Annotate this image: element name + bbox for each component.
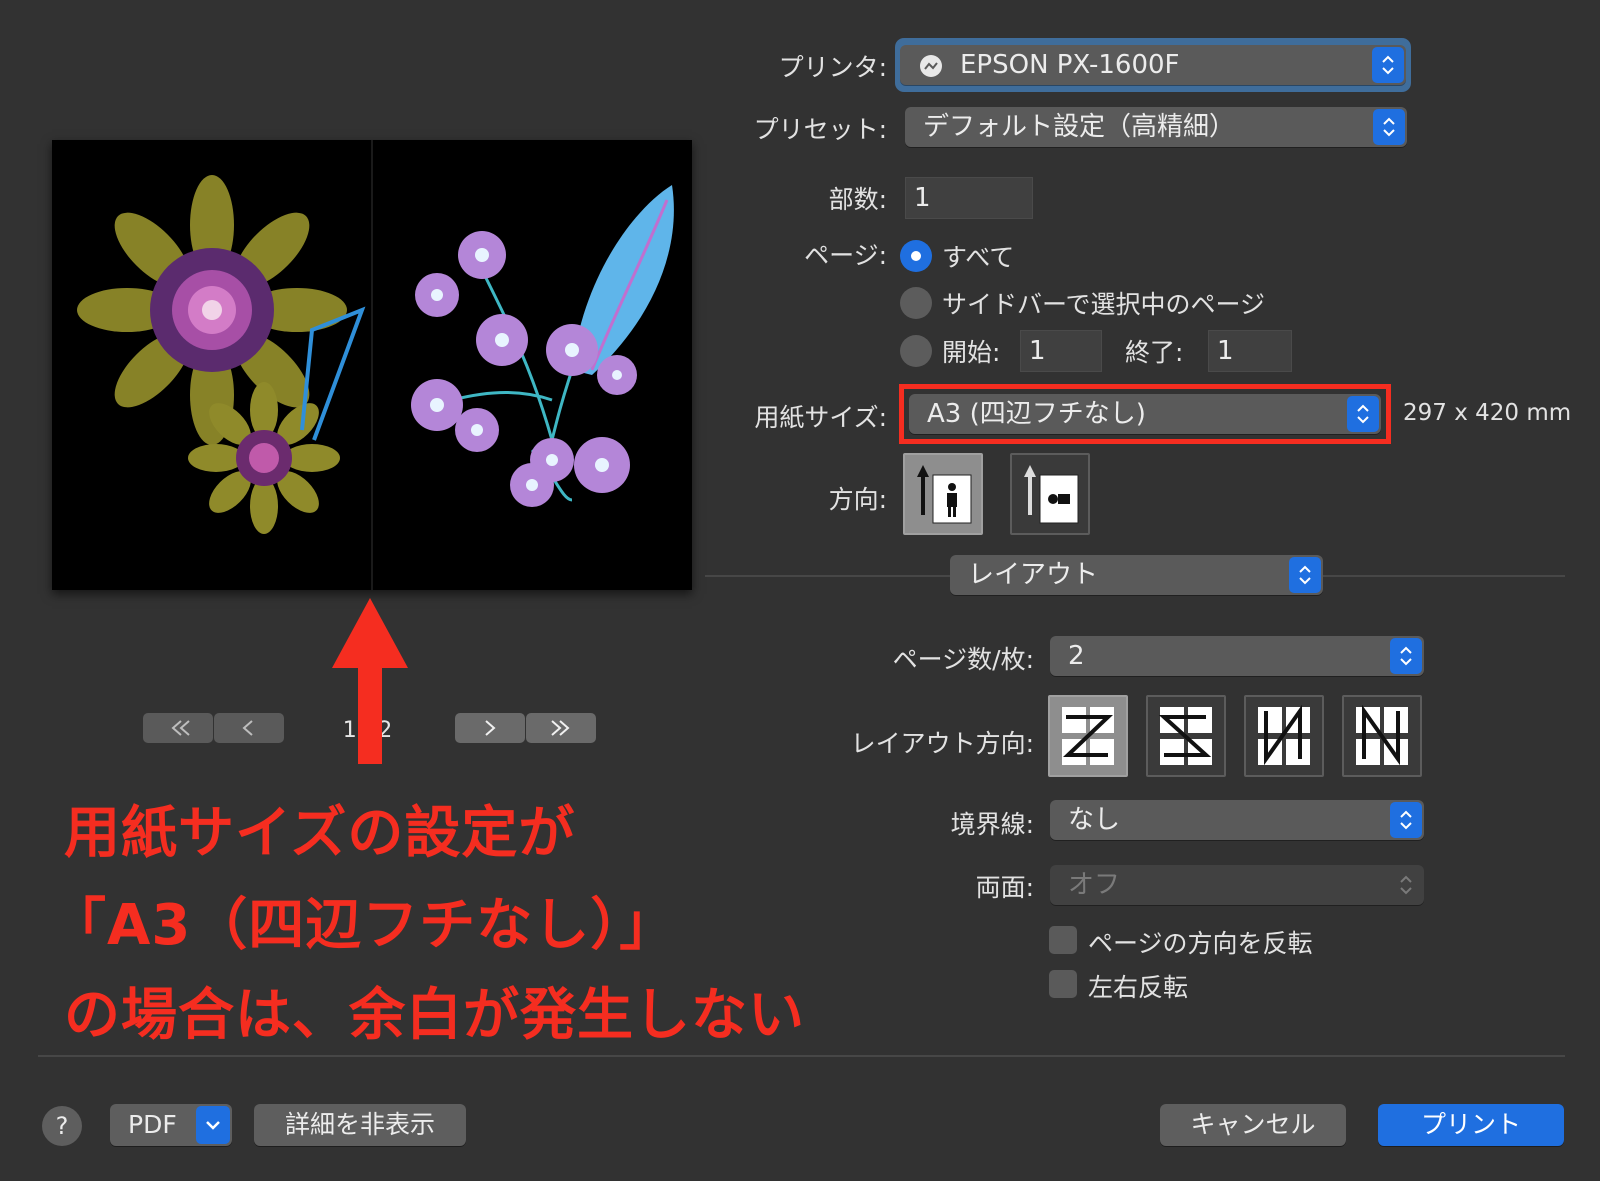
printer-popup[interactable]: EPSON PX-1600F [900,45,1406,85]
flip-horizontal-label: 左右反転 [1088,973,1189,1002]
layout-reverse-n-icon [1356,704,1408,766]
printer-label: プリンタ: [778,53,887,82]
layout-direction-label: レイアウト方向: [850,729,1034,758]
paper-size-popup-arrows [1347,396,1379,432]
print-preview [52,140,692,590]
pdf-button[interactable]: PDF [110,1104,232,1146]
up-down-chevron-icon [1400,810,1412,830]
paper-dimensions: 297 x 420 mm [1403,400,1572,426]
two-sided-value: オフ [1068,870,1121,900]
printer-status-icon [920,55,942,77]
pages-from-field[interactable]: 1 [1020,330,1102,372]
pdf-menu-arrow [196,1106,230,1144]
up-down-chevron-icon [1357,404,1369,424]
pages-to-label: 終了: [1125,338,1184,367]
up-down-chevron-icon [1383,117,1395,137]
annotation-arrow-icon [332,598,408,764]
annotation-line-2: 「A3（四辺フチなし）」 [50,893,677,958]
printer-popup-arrows [1372,47,1404,83]
layout-direction-n-button[interactable] [1244,695,1324,777]
next-page-button[interactable] [455,713,525,743]
chevron-down-icon [206,1121,220,1130]
previous-page-button[interactable] [214,713,284,743]
paper-size-value: A3 (四辺フチなし) [927,399,1146,429]
reverse-orientation-label: ページの方向を反転 [1088,929,1313,958]
preset-value: デフォルト設定（高精細） [923,112,1236,142]
border-label: 境界線: [950,810,1034,839]
help-button[interactable]: ? [42,1106,82,1146]
footer-separator [38,1055,1565,1057]
section-value: レイアウト [968,560,1099,590]
chevron-right-icon [485,720,496,736]
flower-right [411,185,674,507]
cancel-button[interactable]: キャンセル [1160,1104,1346,1146]
orientation-landscape-button[interactable] [1010,453,1090,535]
annotation-line-1: 用紙サイズの設定が [64,801,576,866]
first-page-button[interactable] [143,713,213,743]
paper-size-popup[interactable]: A3 (四辺フチなし) [909,394,1381,434]
annotation-line-3: の場合は、余白が発生しない [64,983,805,1048]
double-chevron-right-icon [551,720,570,736]
two-sided-label: 両面: [975,873,1034,902]
pages-label: ページ: [804,241,887,270]
pages-all-label: すべて [942,243,1015,272]
pages-sidebar-radio[interactable] [900,287,932,319]
layout-direction-reverse-n-button[interactable] [1342,695,1422,777]
border-popup-arrows [1390,802,1422,838]
border-value: なし [1068,805,1121,835]
layout-n-icon [1258,704,1310,766]
section-popup[interactable]: レイアウト [950,555,1323,595]
layout-direction-reverse-z-button[interactable] [1146,695,1226,777]
copies-field[interactable]: 1 [905,177,1033,219]
portrait-icon [917,465,972,524]
layout-reverse-z-icon [1158,707,1212,765]
double-chevron-left-icon [171,720,190,736]
last-page-button[interactable] [526,713,596,743]
pages-to-field[interactable]: 1 [1208,330,1292,372]
pages-range-radio[interactable] [900,335,932,367]
reverse-orientation-checkbox[interactable] [1049,926,1077,954]
printer-value: EPSON PX-1600F [960,50,1180,80]
preview-image [77,140,674,590]
pages-per-sheet-label: ページ数/枚: [892,645,1034,674]
pages-sidebar-label: サイドバーで選択中のページ [942,290,1266,319]
up-down-chevron-icon [1400,646,1412,666]
chevron-left-icon [242,720,253,736]
up-down-chevron-icon [1299,565,1311,585]
pages-per-sheet-popup-arrows [1390,638,1422,674]
up-down-chevron-icon [1400,875,1412,895]
border-popup[interactable]: なし [1050,800,1424,840]
pages-per-sheet-popup[interactable]: 2 [1050,636,1424,676]
preset-popup-arrows [1373,109,1405,145]
orientation-label: 方向: [828,485,887,514]
print-button[interactable]: プリント [1378,1104,1564,1146]
copies-label: 部数: [828,185,887,214]
pages-per-sheet-value: 2 [1068,641,1085,671]
orientation-portrait-button[interactable] [903,453,983,535]
section-popup-arrows [1289,557,1321,593]
preset-label: プリセット: [753,115,887,144]
pdf-label: PDF [128,1110,177,1139]
hide-details-button[interactable]: 詳細を非表示 [254,1104,466,1146]
up-down-chevron-icon [1382,55,1394,75]
paper-size-label: 用紙サイズ: [754,403,887,432]
landscape-icon [1024,465,1079,524]
layout-direction-z-button[interactable] [1048,695,1128,777]
pages-all-radio[interactable] [900,240,932,272]
layout-z-icon [1062,707,1114,765]
pages-from-label: 開始: [942,338,1001,367]
two-sided-popup: オフ [1050,865,1424,905]
preset-popup[interactable]: デフォルト設定（高精細） [905,107,1407,147]
flip-horizontal-checkbox[interactable] [1049,970,1077,998]
